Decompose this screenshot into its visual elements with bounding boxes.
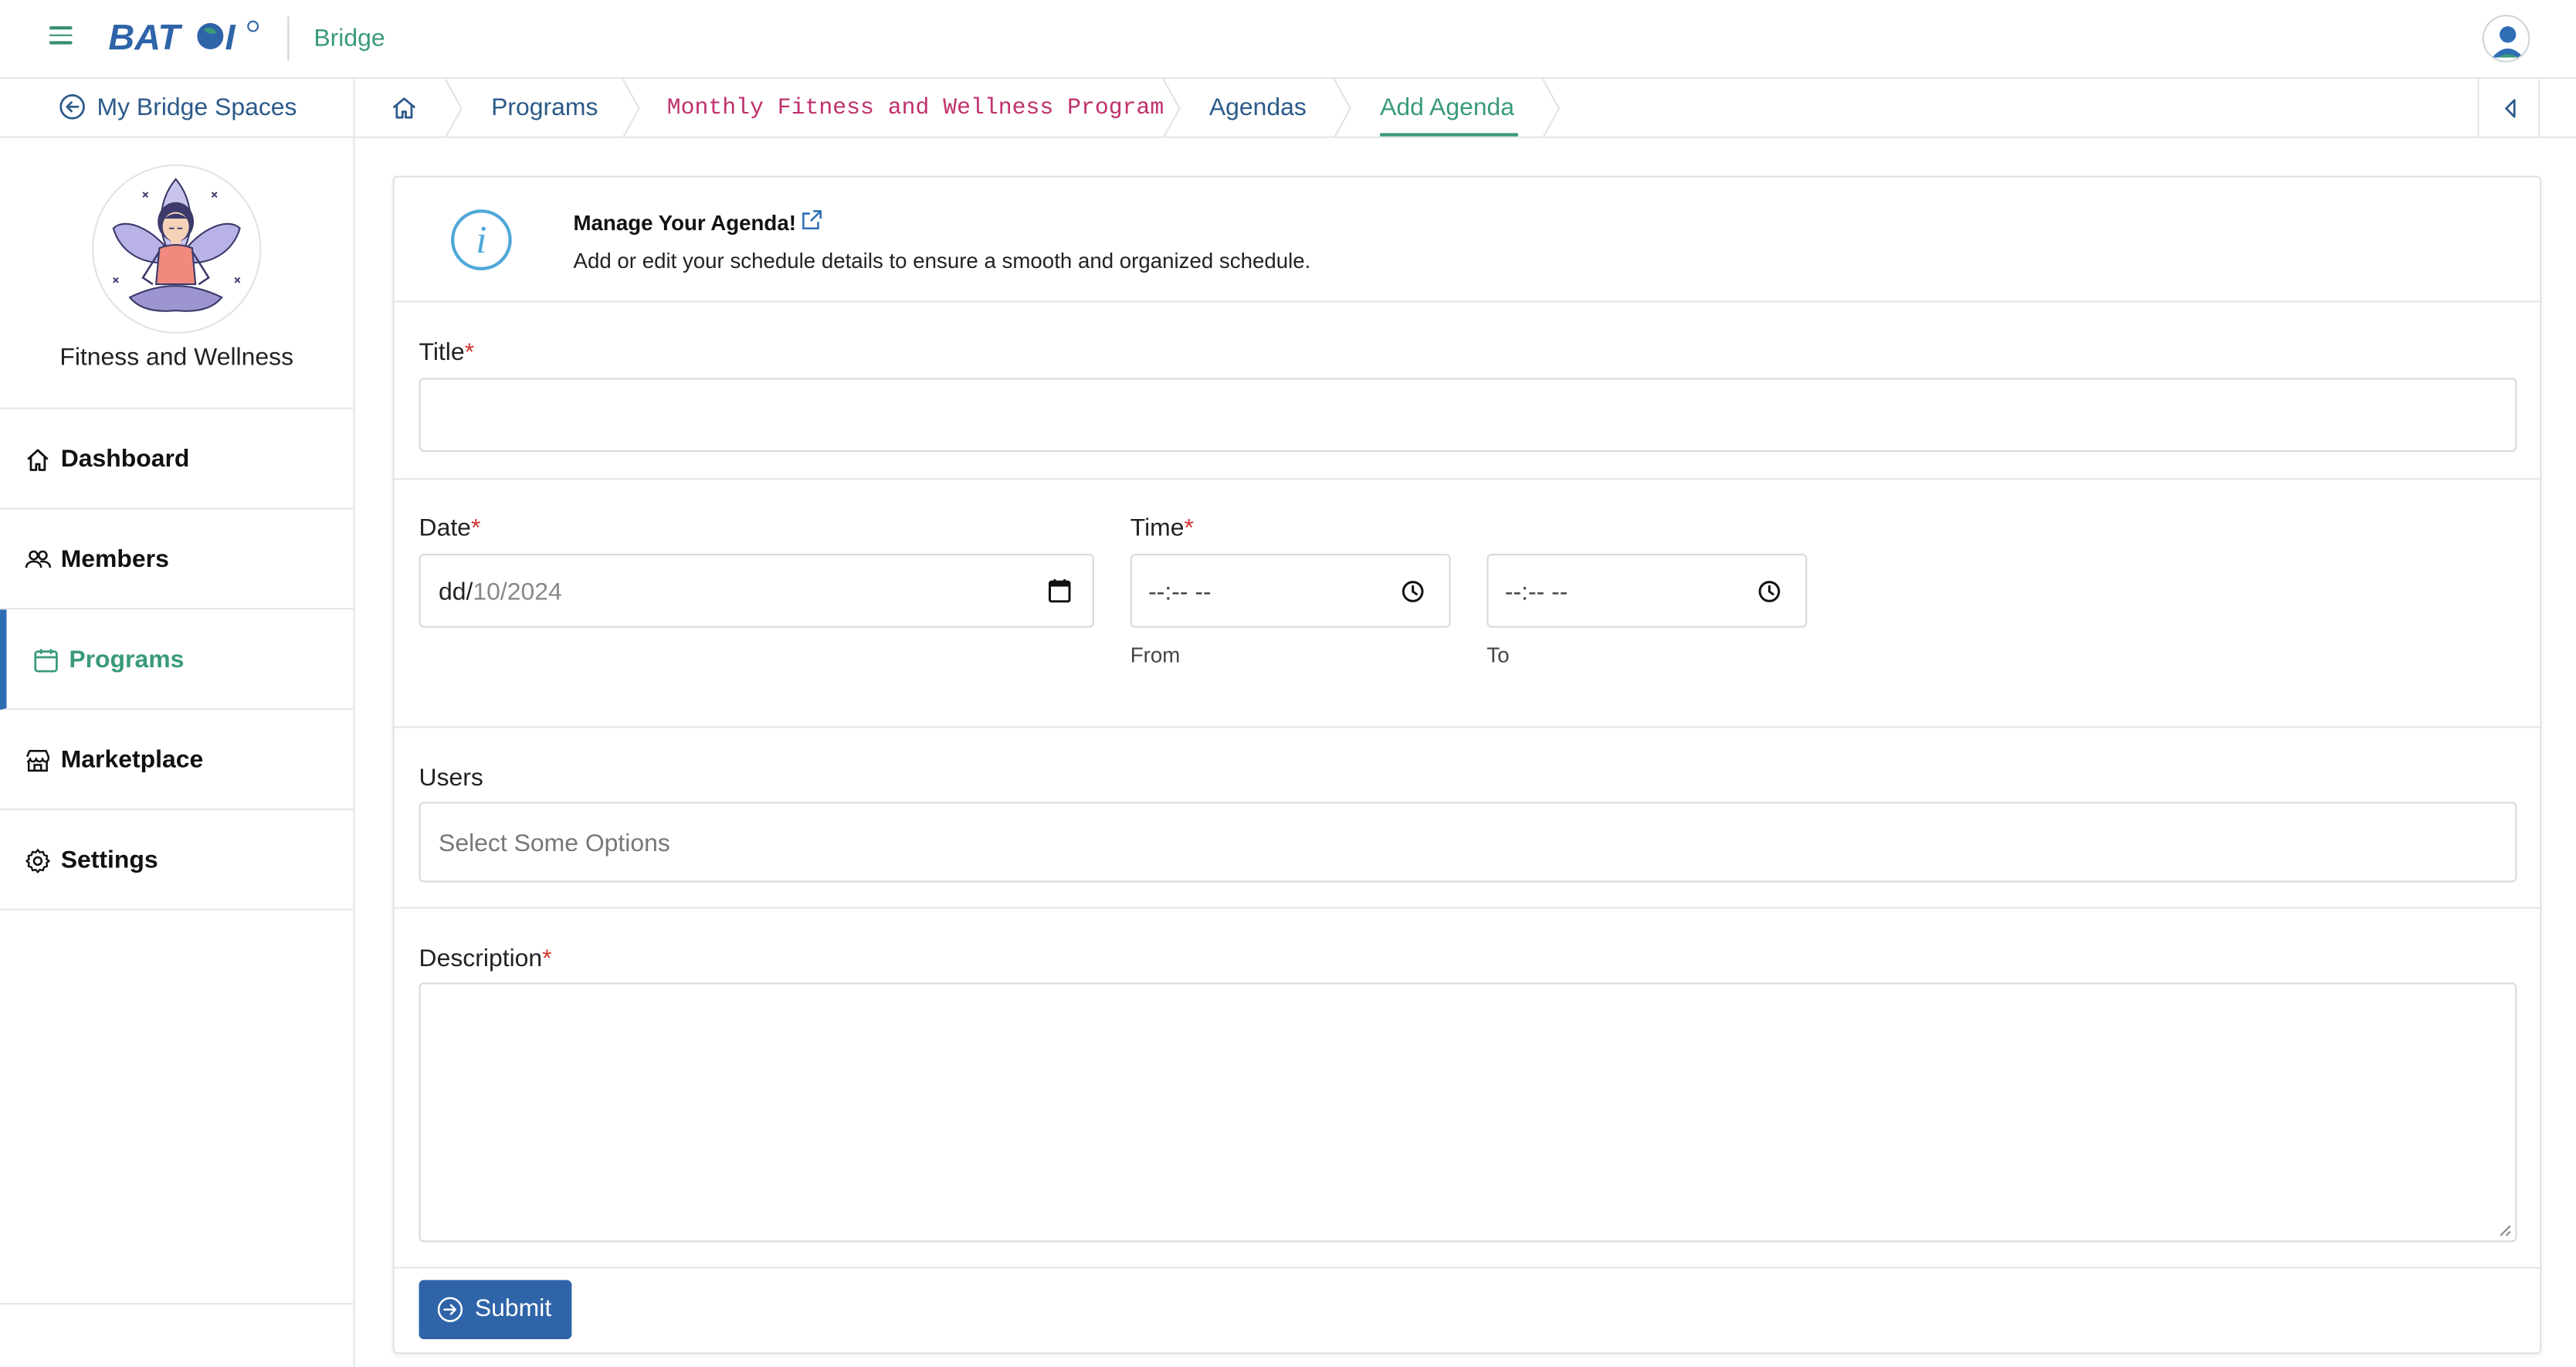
store-icon	[25, 750, 50, 772]
home-icon[interactable]	[389, 95, 419, 121]
calendar-picker-icon[interactable]	[1048, 578, 1071, 603]
breadcrumb-separator	[1333, 79, 1352, 138]
sidebar-item-dashboard[interactable]: Dashboard	[0, 409, 354, 510]
clock-icon[interactable]	[1757, 580, 1781, 603]
breadcrumb-separator	[444, 79, 463, 138]
time-from-label: From	[1130, 642, 1181, 667]
breadcrumb-agendas[interactable]: Agendas	[1209, 93, 1307, 121]
svg-text:BAT: BAT	[108, 17, 182, 57]
home-icon	[27, 449, 49, 471]
breadcrumb-programs[interactable]: Programs	[491, 93, 598, 121]
my-bridge-spaces-link[interactable]: My Bridge Spaces	[0, 79, 355, 138]
breadcrumb-add-agenda: Add Agenda	[1380, 93, 1515, 122]
clock-icon[interactable]	[1402, 580, 1425, 603]
batoi-logo[interactable]: BAT I	[108, 16, 266, 59]
user-icon	[2492, 26, 2523, 58]
time-from-input[interactable]: --:-- --	[1130, 553, 1451, 628]
sidebar-item-label: Marketplace	[60, 745, 204, 775]
breadcrumb-separator	[1541, 79, 1561, 138]
description-textarea[interactable]	[419, 982, 2517, 1243]
date-label: Date*	[419, 514, 481, 543]
info-title: Manage Your Agenda!	[573, 210, 796, 236]
section-divider	[394, 1267, 2540, 1269]
title-label: Title*	[419, 338, 475, 367]
svg-text:i: i	[476, 219, 486, 263]
breadcrumb-separator	[1162, 79, 1181, 138]
top-bar: BAT I Bridge	[0, 0, 2576, 80]
section-divider	[394, 478, 2540, 480]
app-name: Bridge	[314, 24, 385, 53]
meditation-illustration	[112, 178, 241, 312]
sidebar-item-label: Members	[60, 545, 169, 574]
user-avatar[interactable]	[2482, 15, 2530, 63]
gear-icon	[25, 849, 50, 873]
submit-label: Submit	[474, 1294, 552, 1323]
users-placeholder: Select Some Options	[439, 829, 670, 858]
sidebar-footer-divider	[0, 1303, 354, 1305]
sidebar-item-marketplace[interactable]: Marketplace	[0, 710, 354, 810]
info-banner: i Manage Your Agenda! Add or edit your s…	[394, 178, 2540, 303]
time-to-label: To	[1486, 642, 1510, 667]
section-divider	[394, 907, 2540, 909]
sidebar-item-label: Dashboard	[60, 445, 190, 473]
section-divider	[394, 726, 2540, 728]
active-breadcrumb-underline	[1380, 133, 1518, 137]
collapse-panel-button[interactable]	[2477, 79, 2540, 138]
breadcrumb-separator	[622, 79, 640, 138]
users-icon	[25, 550, 51, 568]
calendar-icon	[34, 649, 58, 673]
sidebar-item-programs[interactable]: Programs	[0, 609, 354, 711]
time-to-input[interactable]: --:-- --	[1486, 553, 1808, 628]
users-label: Users	[419, 764, 483, 792]
my-bridge-spaces-label: My Bridge Spaces	[97, 93, 297, 122]
sidebar: Fitness and Wellness Dashboard Members P…	[0, 137, 355, 1367]
sidebar-item-members[interactable]: Members	[0, 510, 354, 610]
svg-text:I: I	[225, 17, 236, 57]
time-label: Time*	[1130, 514, 1194, 543]
date-input[interactable]: dd/10/2024	[419, 553, 1094, 628]
users-multiselect[interactable]: Select Some Options	[419, 802, 2517, 883]
breadcrumb: My Bridge Spaces Programs Monthly Fitnes…	[0, 79, 2576, 138]
arrow-right-circle-icon	[437, 1297, 463, 1322]
info-icon: i	[451, 209, 512, 270]
sidebar-item-label: Settings	[60, 846, 158, 874]
space-avatar	[92, 164, 262, 334]
resize-handle-icon[interactable]	[2499, 1224, 2512, 1237]
external-link-icon[interactable]	[800, 209, 823, 232]
submit-button[interactable]: Submit	[419, 1280, 572, 1339]
sidebar-item-settings[interactable]: Settings	[0, 810, 354, 911]
add-agenda-form-card: i Manage Your Agenda! Add or edit your s…	[392, 175, 2542, 1355]
space-name: Fitness and Wellness	[59, 343, 294, 371]
hamburger-menu-icon[interactable]	[49, 26, 73, 49]
sidebar-nav: Dashboard Members Programs Marketplace S…	[0, 407, 354, 911]
arrow-left-circle-icon	[59, 94, 85, 120]
logo-divider	[287, 16, 290, 61]
info-description: Add or edit your schedule details to ens…	[573, 248, 1311, 273]
breadcrumb-program-name[interactable]: Monthly Fitness and Wellness Program	[667, 95, 1164, 121]
sidebar-item-label: Programs	[69, 646, 185, 674]
description-label: Description*	[419, 945, 552, 973]
caret-left-icon	[2505, 99, 2516, 118]
title-input[interactable]	[419, 378, 2517, 453]
